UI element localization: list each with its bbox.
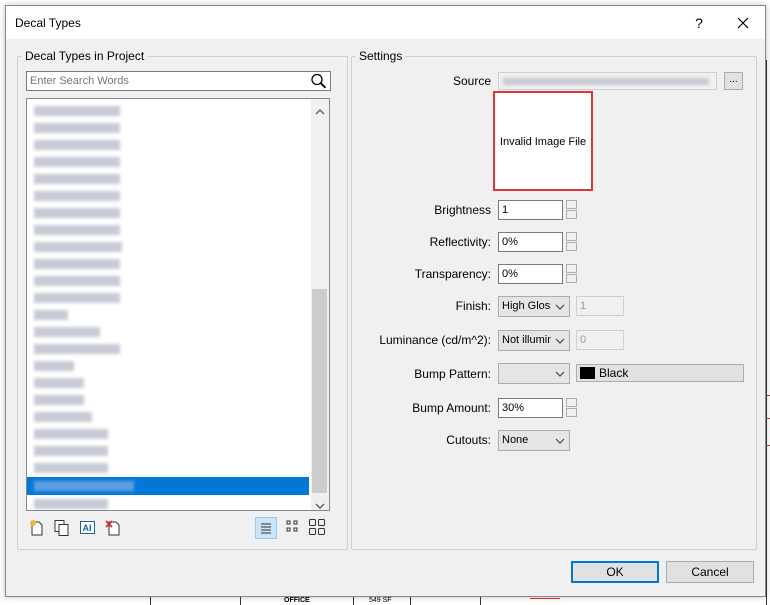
search-icon[interactable] [310, 73, 327, 92]
bump-amount-field[interactable]: 30% [498, 398, 563, 418]
finish-dropdown[interactable]: High Gloss [498, 296, 570, 317]
brightness-spinner[interactable] [565, 200, 578, 220]
list-item[interactable] [27, 306, 329, 323]
source-label: Source [452, 74, 491, 88]
list-item[interactable] [27, 238, 329, 255]
list-view-icon [261, 523, 271, 534]
bump-amount-spinner[interactable] [565, 398, 578, 418]
chevron-down-icon [555, 438, 565, 444]
delete-type-icon[interactable] [105, 519, 122, 539]
luminance-number-field: 0 [576, 330, 624, 350]
reflectivity-label: Reflectivity: [429, 235, 491, 249]
luminance-dropdown[interactable]: Not illumin [498, 330, 570, 351]
chevron-down-icon [555, 338, 565, 344]
list-item[interactable] [27, 136, 329, 153]
luminance-value: Not illumin [502, 334, 554, 346]
chevron-down-icon [555, 371, 565, 377]
list-item[interactable] [27, 289, 329, 306]
finish-value: High Gloss [502, 300, 556, 312]
bg-office-label: OFFICE [284, 597, 310, 604]
reflectivity-field[interactable]: 0% [498, 232, 563, 252]
color-swatch [580, 367, 595, 379]
cutouts-label: Cutouts: [446, 433, 491, 447]
help-button[interactable]: ? [688, 12, 710, 34]
bump-pattern-dropdown[interactable] [498, 363, 570, 384]
small-icons-view-icon[interactable] [285, 519, 301, 538]
new-type-icon[interactable] [28, 519, 45, 539]
brightness-field[interactable]: 1 [498, 200, 563, 220]
cutouts-value: None [502, 434, 529, 446]
decal-type-list[interactable] [26, 98, 330, 511]
transparency-field[interactable]: 0% [498, 264, 563, 284]
scroll-down-icon[interactable] [315, 499, 325, 510]
list-item[interactable] [27, 323, 329, 340]
preview-text: Invalid Image File [499, 136, 587, 148]
title-bar: Decal Types ? [6, 6, 765, 39]
transparency-label: Transparency: [414, 267, 491, 281]
list-item[interactable] [27, 340, 329, 357]
list-item[interactable] [27, 425, 329, 442]
bump-color-button[interactable]: Black [576, 364, 744, 382]
bg-area-label: 549 SF [369, 597, 392, 604]
list-item[interactable] [27, 170, 329, 187]
browse-button[interactable]: ... [724, 72, 743, 90]
svg-text:AI: AI [83, 523, 92, 533]
scroll-thumb[interactable] [312, 289, 327, 493]
cancel-button[interactable]: Cancel [666, 561, 754, 583]
list-item[interactable] [27, 255, 329, 272]
close-button[interactable] [731, 12, 755, 34]
chevron-down-icon [555, 304, 565, 310]
finish-number-field: 1 [576, 296, 624, 316]
list-item[interactable] [27, 459, 329, 476]
large-icons-view-icon[interactable] [308, 518, 326, 539]
duplicate-type-icon[interactable] [53, 519, 70, 539]
list-view-button[interactable] [255, 517, 277, 539]
decal-types-legend: Decal Types in Project [22, 49, 148, 63]
bump-amount-label: Bump Amount: [412, 401, 491, 415]
list-item[interactable] [27, 187, 329, 204]
list-item[interactable] [27, 357, 329, 374]
ok-button[interactable]: OK [571, 561, 659, 583]
image-preview: Invalid Image File [493, 91, 593, 191]
finish-label: Finish: [455, 299, 491, 313]
list-item[interactable] [27, 221, 329, 238]
scroll-up-icon[interactable] [315, 104, 325, 118]
list-item[interactable] [27, 374, 329, 391]
list-item-selected[interactable] [27, 477, 309, 495]
brightness-label: Brightness [434, 203, 491, 217]
list-item[interactable] [27, 272, 329, 289]
source-path-field[interactable] [498, 72, 717, 90]
list-item[interactable] [27, 102, 329, 119]
list-item[interactable] [27, 408, 329, 425]
reflectivity-spinner[interactable] [565, 232, 578, 252]
list-item[interactable] [27, 119, 329, 136]
list-item[interactable] [27, 204, 329, 221]
dialog-title: Decal Types [15, 16, 81, 30]
search-input[interactable]: Enter Search Words [26, 71, 331, 91]
list-item[interactable] [27, 153, 329, 170]
cutouts-dropdown[interactable]: None [498, 430, 570, 451]
list-scrollbar[interactable] [311, 99, 329, 510]
bump-pattern-label: Bump Pattern: [414, 367, 491, 381]
list-item[interactable] [27, 442, 329, 459]
list-item[interactable] [27, 495, 329, 510]
rename-type-icon[interactable]: AI [79, 519, 96, 539]
close-icon [737, 17, 749, 29]
bump-color-label: Black [599, 366, 629, 380]
list-item[interactable] [27, 391, 329, 408]
transparency-spinner[interactable] [565, 264, 578, 284]
decal-types-dialog: Decal Types ? Decal Types in Project Ent… [5, 5, 766, 597]
settings-legend: Settings [356, 49, 406, 63]
luminance-label: Luminance (cd/m^2): [379, 333, 491, 347]
